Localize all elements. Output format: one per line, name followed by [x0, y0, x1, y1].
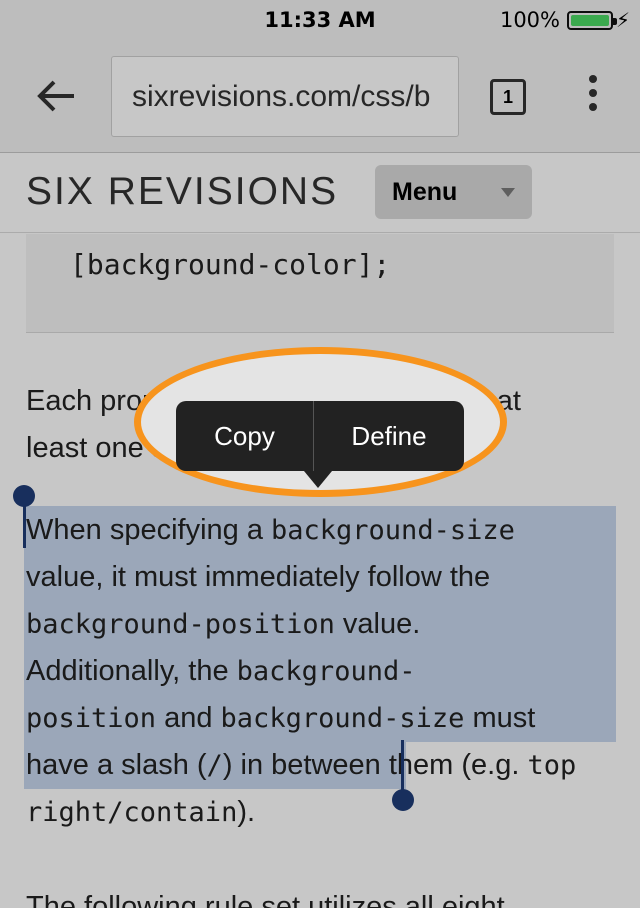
- menu-label: Menu: [392, 178, 458, 206]
- paragraph-rule-set: The following rule set utilizes all eigh…: [26, 891, 505, 908]
- charging-bolt-icon: ⚡: [615, 8, 630, 32]
- copy-menu-item[interactable]: Copy: [176, 401, 313, 471]
- battery-icon: [567, 11, 617, 30]
- selection-end-handle[interactable]: [392, 789, 414, 811]
- selection-start-handle[interactable]: [13, 485, 35, 507]
- site-header: SIX REVISIONS Menu: [0, 154, 640, 233]
- caret-down-icon: [501, 188, 515, 197]
- back-arrow-icon[interactable]: [34, 74, 78, 118]
- menu-pointer: [304, 471, 332, 488]
- browser-toolbar: sixrevisions.com/css/b 1: [0, 40, 640, 153]
- battery-percent: 100%: [499, 8, 560, 32]
- define-menu-item[interactable]: Define: [314, 401, 464, 471]
- more-options-icon[interactable]: [583, 75, 603, 119]
- selection-end-cursor: [401, 740, 404, 795]
- paragraph-background-size[interactable]: When specifying a background-size value,…: [26, 507, 616, 836]
- tab-switcher-icon[interactable]: 1: [490, 79, 526, 115]
- article-content: [background-color]; Each property value …: [0, 234, 640, 908]
- url-bar[interactable]: sixrevisions.com/css/b: [111, 56, 459, 137]
- code-block: [background-color];: [26, 234, 614, 333]
- context-menu: Copy Define: [176, 401, 464, 488]
- status-bar: 11:33 AM 100% ⚡: [0, 0, 640, 40]
- menu-button[interactable]: Menu: [375, 165, 532, 219]
- site-logo[interactable]: SIX REVISIONS: [26, 170, 338, 214]
